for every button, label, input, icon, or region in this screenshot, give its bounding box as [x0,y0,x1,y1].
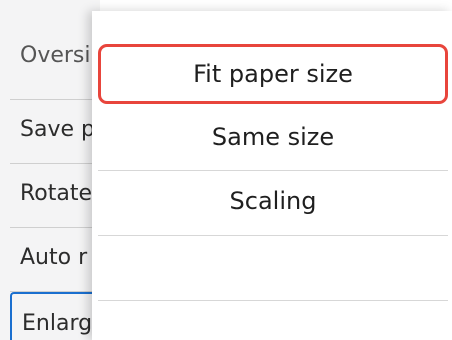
option-fit-paper-size[interactable]: Fit paper size [98,44,448,104]
background-item-oversize: Oversi [20,43,91,68]
option-empty[interactable] [98,236,448,296]
option-divider [98,300,448,301]
background-item-enlarge: Enlarg [10,292,100,340]
background-settings-list: Oversi Save p Rotate Auto r Enlarg [0,0,100,340]
layout-options-popup: Fit paper size Same size Scaling [92,11,452,340]
option-scaling[interactable]: Scaling [98,171,448,231]
background-item-save: Save p [20,117,95,142]
background-item-rotate: Rotate [20,181,93,206]
option-same-size[interactable]: Same size [98,107,448,167]
background-item-auto: Auto r [20,245,88,270]
